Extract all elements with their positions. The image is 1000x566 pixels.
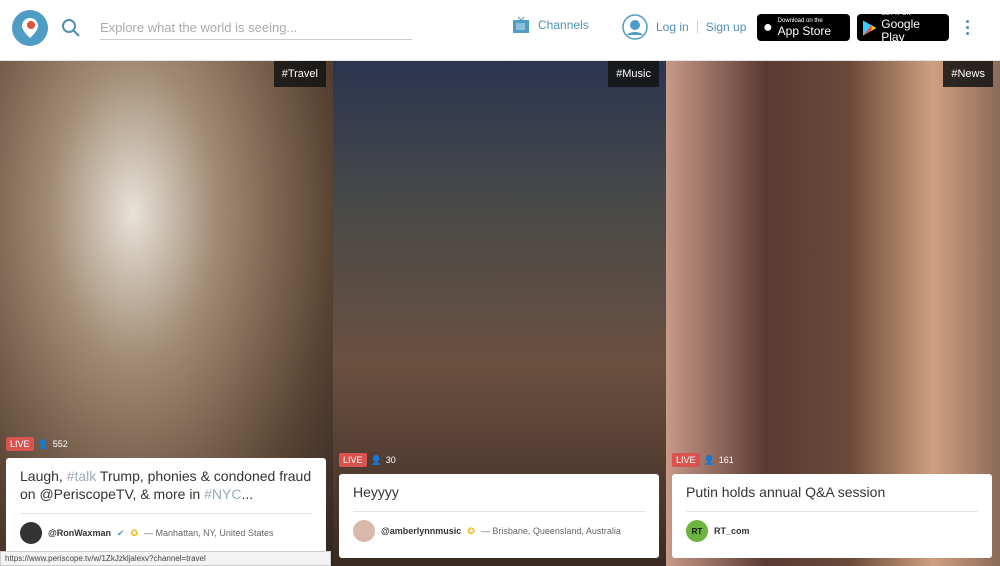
avatar[interactable]: RT: [686, 520, 708, 542]
app-store-button[interactable]: ● Download on the App Store: [757, 14, 850, 41]
google-play-button[interactable]: GET IT ON Google Play: [857, 11, 949, 44]
live-indicator: LIVE 👤 30: [339, 453, 396, 467]
viewer-count: 30: [385, 455, 396, 465]
avatar[interactable]: [20, 522, 42, 544]
broadcast-title: Heyyyy: [353, 483, 645, 512]
username[interactable]: @RonWaxman: [48, 528, 111, 538]
award-icon: ✪: [467, 525, 475, 536]
avatar[interactable]: [353, 520, 375, 542]
user-icon: [622, 14, 648, 40]
broadcast-title: Putin holds annual Q&A session: [686, 483, 978, 512]
live-indicator: LIVE 👤 552: [6, 437, 68, 451]
more-menu-icon[interactable]: [966, 20, 970, 38]
broadcast-title: Laugh, #talk Trump, phonies & condoned f…: [20, 467, 312, 514]
broadcast-card[interactable]: Laugh, #talk Trump, phonies & condoned f…: [6, 458, 326, 558]
broadcast-tile-3[interactable]: #News LIVE 👤 161 Putin holds annual Q&A se…: [666, 61, 1000, 566]
signup-link[interactable]: Sign up: [706, 20, 747, 34]
username[interactable]: @amberlynnmusic: [381, 526, 461, 536]
viewers-icon: 👤: [370, 454, 382, 465]
status-bar-url: https://www.periscope.tv/w/1ZkJzkljalexv…: [0, 551, 331, 566]
broadcast-tile-1[interactable]: #Travel LIVE 👤 552 Laugh, #talk Trump, pho…: [0, 61, 333, 566]
tv-icon: [513, 16, 529, 33]
username[interactable]: RT_com: [714, 526, 750, 536]
location: — Brisbane, Queensland, Australia: [480, 526, 621, 536]
search-icon[interactable]: [61, 18, 81, 38]
viewer-count: 552: [52, 439, 68, 449]
viewers-icon: 👤: [703, 454, 715, 465]
award-icon: ✪: [130, 527, 139, 538]
location: — Manhattan, NY, United States: [144, 528, 274, 538]
channel-tag[interactable]: #Travel: [273, 61, 326, 87]
verified-icon: ✔: [116, 527, 125, 538]
apple-icon: ●: [763, 18, 773, 36]
channel-tag[interactable]: #Music: [608, 61, 659, 87]
live-indicator: LIVE 👤 161: [672, 453, 734, 467]
broadcast-card[interactable]: Heyyyy @amberlynnmusic ✪ — Brisbane, Queen…: [339, 474, 659, 558]
broadcast-tile-2[interactable]: #Music LIVE 👤 30 Heyyyy @amberlynnmusic ✪ — …: [333, 61, 666, 566]
viewers-icon: 👤: [37, 438, 49, 449]
channel-tag[interactable]: #News: [943, 61, 993, 87]
divider: [696, 21, 698, 33]
broadcast-card[interactable]: Putin holds annual Q&A session RT RT_com: [672, 474, 992, 558]
channels-link[interactable]: Channels: [512, 16, 589, 34]
header: Channels Log in Sign up ●Download on theA…: [0, 0, 1000, 61]
periscope-logo[interactable]: [12, 10, 48, 46]
play-icon: [863, 19, 877, 36]
viewer-count: 161: [718, 455, 734, 465]
login-link[interactable]: Log in: [656, 20, 689, 34]
search-input[interactable]: [100, 16, 412, 40]
